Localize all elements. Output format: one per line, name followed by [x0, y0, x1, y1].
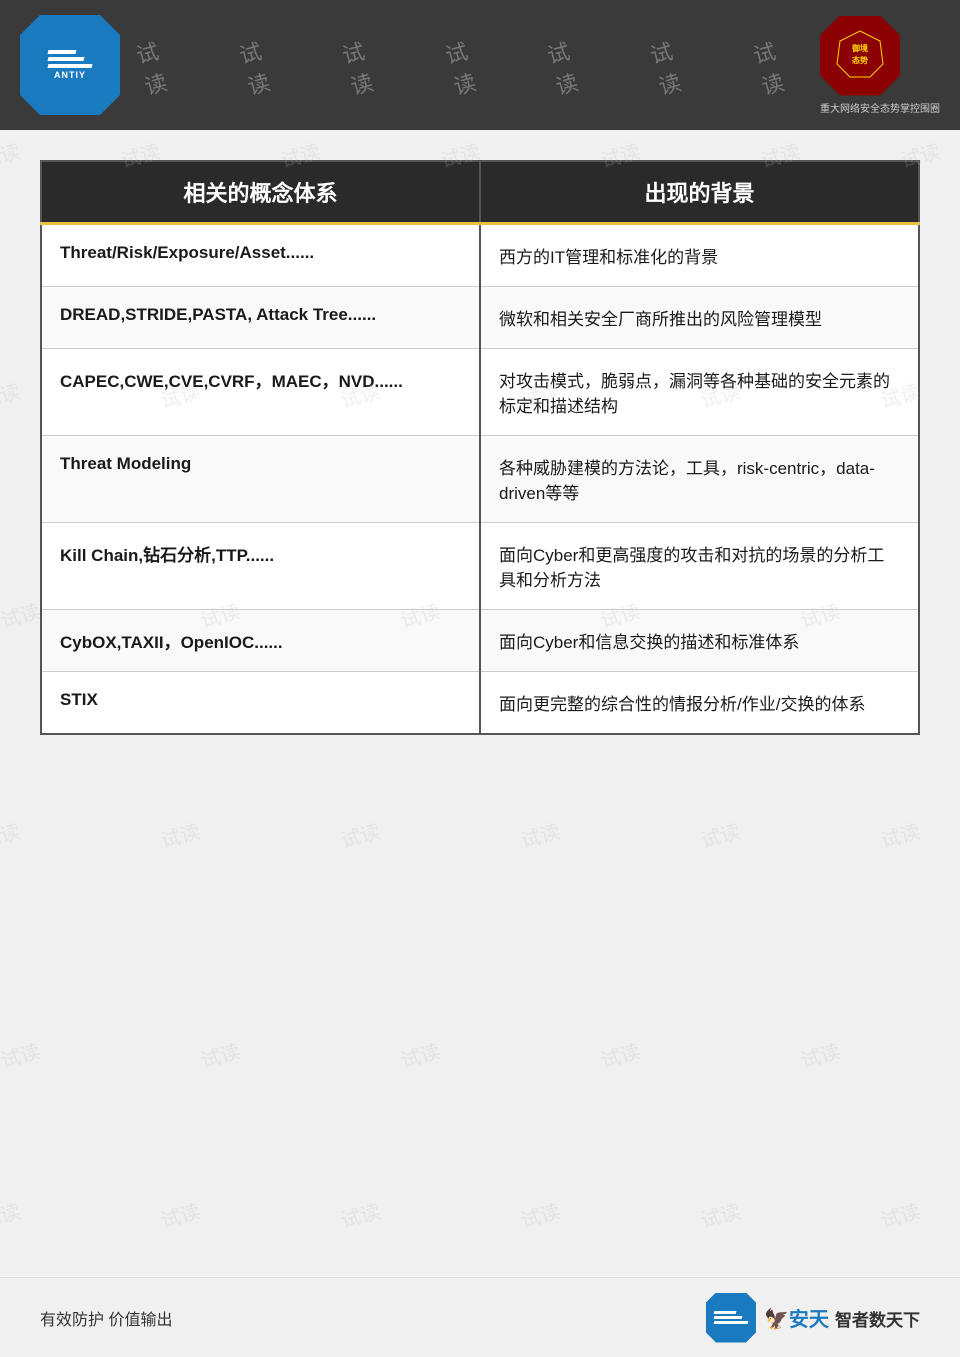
header-wm-4: 试读	[441, 29, 499, 102]
header: ANTIY 试读 试读 试读 试读 试读 试读 试读 御境 态势 重大网络安全态…	[0, 0, 960, 130]
cell-left-0: Threat/Risk/Exposure/Asset......	[41, 224, 480, 287]
svg-text:态势: 态势	[852, 55, 868, 65]
cell-right-2: 对攻击模式，脆弱点，漏洞等各种基础的安全元素的标定和描述结构	[480, 349, 919, 436]
header-wm-5: 试读	[544, 29, 602, 102]
cell-right-5: 面向Cyber和信息交换的描述和标准体系	[480, 610, 919, 672]
table-header-row: 相关的概念体系 出现的背景	[41, 161, 919, 224]
header-wm-1: 试读	[132, 29, 190, 102]
col-header-right: 出现的背景	[480, 161, 919, 224]
header-wm-2: 试读	[235, 29, 293, 102]
cell-right-6: 面向更完整的综合性的情报分析/作业/交换的体系	[480, 672, 919, 735]
col-header-left: 相关的概念体系	[41, 161, 480, 224]
cell-left-2: CAPEC,CWE,CVE,CVRF，MAEC，NVD......	[41, 349, 480, 436]
table-row-2: CAPEC,CWE,CVE,CVRF，MAEC，NVD......对攻击模式，脆…	[41, 349, 919, 436]
header-right-subtext: 重大网络安全态势掌控围圈	[820, 100, 940, 115]
cell-left-1: DREAD,STRIDE,PASTA, Attack Tree......	[41, 287, 480, 349]
cell-left-5: CybOX,TAXII，OpenIOC......	[41, 610, 480, 672]
footer-brand-sub: 智者数天下	[835, 1311, 920, 1330]
cell-right-1: 微软和相关安全厂商所推出的风险管理模型	[480, 287, 919, 349]
logo-antiy-text: ANTIY	[48, 70, 92, 80]
table-row-5: CybOX,TAXII，OpenIOC......面向Cyber和信息交换的描述…	[41, 610, 919, 672]
pwm-14: 试读	[0, 595, 43, 633]
cell-right-4: 面向Cyber和更高强度的攻击和对抗的场景的分析工具和分析方法	[480, 523, 919, 610]
table-row-1: DREAD,STRIDE,PASTA, Attack Tree......微软和…	[41, 287, 919, 349]
cell-left-6: STIX	[41, 672, 480, 735]
footer-right-logo: 🦅安天 智者数天下	[706, 1293, 920, 1343]
header-right-logo-text: 御境 态势	[835, 29, 885, 82]
table-row-0: Threat/Risk/Exposure/Asset......西方的IT管理和…	[41, 224, 919, 287]
footer-brand-container: 🦅安天 智者数天下	[764, 1303, 920, 1332]
table-row-3: Threat Modeling各种威胁建模的方法论，工具，risk-centri…	[41, 436, 919, 523]
pwm-1: 试读	[0, 135, 23, 173]
pwm-8: 试读	[0, 375, 23, 413]
header-right-logo: 御境 态势	[820, 16, 900, 96]
table-row-4: Kill Chain,钻石分析,TTP......面向Cyber和更高强度的攻击…	[41, 523, 919, 610]
header-right-logo-area: 御境 态势 重大网络安全态势掌控围圈	[820, 16, 940, 115]
cell-right-3: 各种威胁建模的方法论，工具，risk-centric，data-driven等等	[480, 436, 919, 523]
header-logo: ANTIY	[20, 15, 120, 115]
footer-logo-icon	[706, 1293, 756, 1343]
table-row-6: STIX面向更完整的综合性的情报分析/作业/交换的体系	[41, 672, 919, 735]
footer-brand-name: 🦅安天 智者数天下	[764, 1306, 920, 1331]
header-watermark-area: 试读 试读 试读 试读 试读 试读 试读	[120, 33, 820, 97]
pwm-30: 试读	[0, 1195, 23, 1233]
footer-tagline: 有效防护 价值输出	[40, 1306, 172, 1330]
main-content: 相关的概念体系 出现的背景 Threat/Risk/Exposure/Asset…	[40, 160, 920, 1257]
svg-text:御境: 御境	[851, 43, 868, 53]
footer: 有效防护 价值输出 🦅安天 智者数天下	[0, 1277, 960, 1357]
header-wm-6: 试读	[647, 29, 705, 102]
concepts-table: 相关的概念体系 出现的背景 Threat/Risk/Exposure/Asset…	[40, 160, 920, 735]
header-wm-7: 试读	[750, 29, 808, 102]
cell-left-3: Threat Modeling	[41, 436, 480, 523]
pwm-25: 试读	[0, 1035, 43, 1073]
header-wm-3: 试读	[338, 29, 396, 102]
pwm-19: 试读	[0, 815, 23, 853]
cell-right-0: 西方的IT管理和标准化的背景	[480, 224, 919, 287]
cell-left-4: Kill Chain,钻石分析,TTP......	[41, 523, 480, 610]
